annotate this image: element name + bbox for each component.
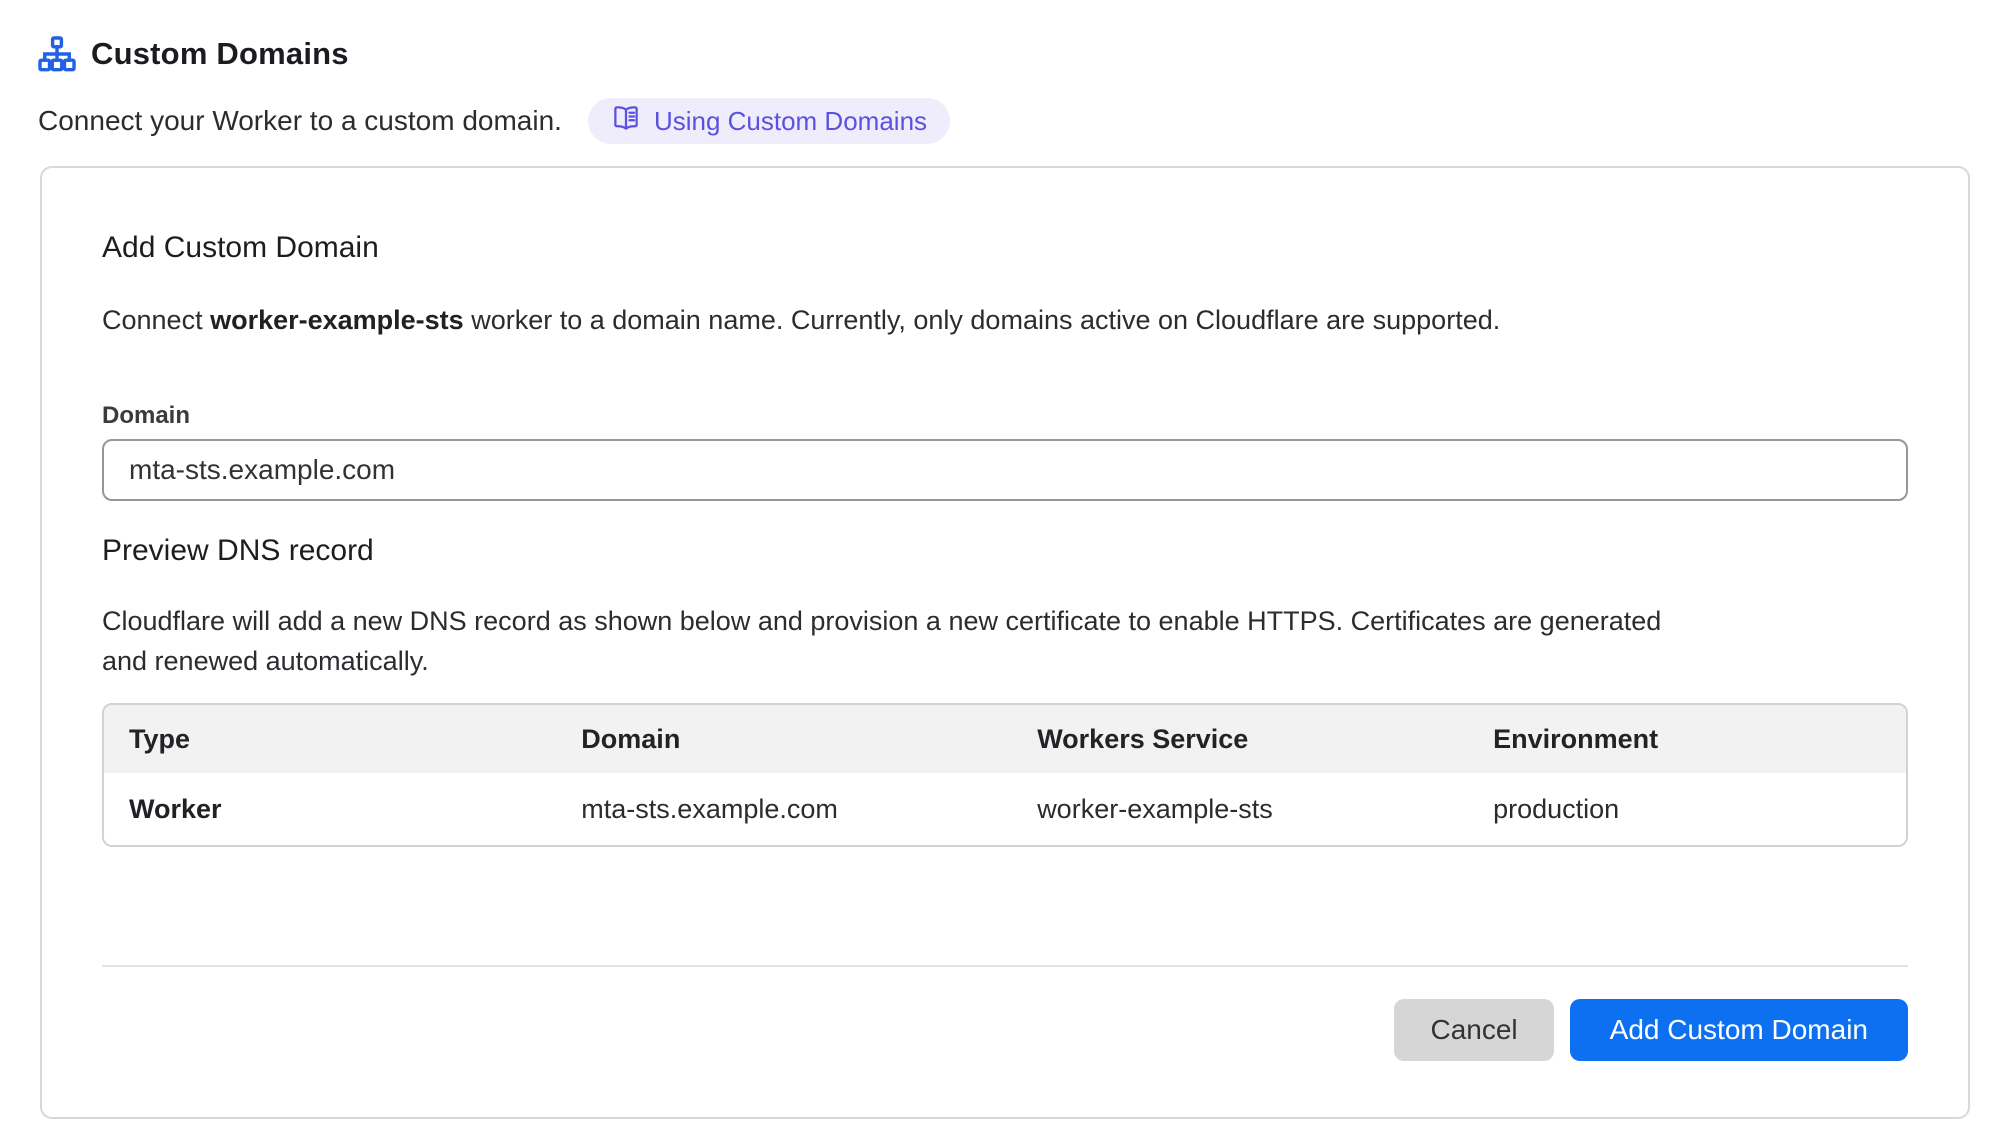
cell-workers-service: worker-example-sts <box>1012 773 1468 845</box>
intro-suffix: worker to a domain name. Currently, only… <box>464 305 1501 335</box>
actions-divider <box>102 965 1908 967</box>
intro-prefix: Connect <box>102 305 210 335</box>
table-header-workers-service: Workers Service <box>1012 705 1468 773</box>
card-intro: Connect worker-example-sts worker to a d… <box>102 300 1908 340</box>
page-title-row: Custom Domains <box>38 34 1970 74</box>
actions-row: Cancel Add Custom Domain <box>102 999 1908 1061</box>
preview-dns-heading: Preview DNS record <box>102 533 1908 569</box>
table-header-type: Type <box>104 705 556 773</box>
sitemap-icon <box>38 35 76 73</box>
docs-link-pill[interactable]: Using Custom Domains <box>588 98 950 144</box>
page-title: Custom Domains <box>91 36 349 72</box>
table-header-row: Type Domain Workers Service Environment <box>104 705 1906 773</box>
table-header-environment: Environment <box>1468 705 1906 773</box>
book-open-icon <box>611 103 641 140</box>
add-custom-domain-button[interactable]: Add Custom Domain <box>1570 999 1908 1061</box>
cell-type: Worker <box>104 773 556 845</box>
dns-preview-table: Type Domain Workers Service Environment … <box>102 703 1908 847</box>
page-subtitle-row: Connect your Worker to a custom domain. … <box>38 98 1970 144</box>
docs-link-label: Using Custom Domains <box>654 106 927 137</box>
table-row: Worker mta-sts.example.com worker-exampl… <box>104 773 1906 845</box>
cancel-button[interactable]: Cancel <box>1394 999 1553 1061</box>
domain-input[interactable] <box>102 439 1908 501</box>
worker-name: worker-example-sts <box>210 305 464 335</box>
domain-field-label: Domain <box>102 402 1908 430</box>
page-subtitle: Connect your Worker to a custom domain. <box>38 105 562 137</box>
cell-environment: production <box>1468 773 1906 845</box>
card-heading: Add Custom Domain <box>102 230 1908 266</box>
cell-domain: mta-sts.example.com <box>556 773 1012 845</box>
table-header-domain: Domain <box>556 705 1012 773</box>
page-header: Custom Domains Connect your Worker to a … <box>38 34 1970 144</box>
add-custom-domain-card: Add Custom Domain Connect worker-example… <box>40 166 1970 1119</box>
preview-dns-description: Cloudflare will add a new DNS record as … <box>102 601 1702 681</box>
